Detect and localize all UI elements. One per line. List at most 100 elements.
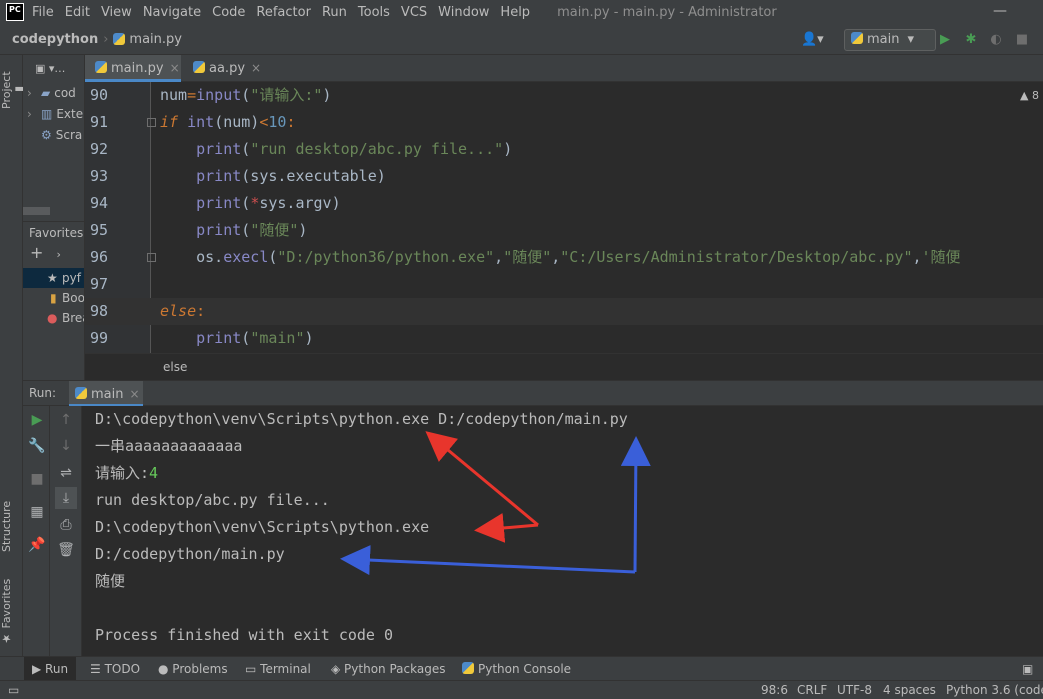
bottom-tab-problems[interactable]: ● Problems <box>158 657 228 681</box>
code-breadcrumb[interactable]: else <box>163 360 187 374</box>
menu-file[interactable]: File <box>32 5 54 20</box>
project-panel-header: ▣ ▾… <box>23 55 84 82</box>
python-icon <box>851 32 863 44</box>
line-separator[interactable]: CRLF <box>797 681 827 699</box>
menu-tools[interactable]: Tools <box>358 5 390 20</box>
menu-edit[interactable]: Edit <box>65 5 90 20</box>
star-icon: ★ <box>47 271 58 285</box>
project-view-icon[interactable]: ▣ ▾… <box>35 62 65 75</box>
code-editor[interactable]: 90 num=input("请输入:") 91 if int(num)<10: 92 p… <box>85 82 1043 353</box>
arrow-down-icon[interactable]: ↓ <box>55 435 77 457</box>
line-number: 93 <box>90 167 109 185</box>
scroll-to-end-icon[interactable]: ⤓ <box>55 487 77 509</box>
code-line[interactable]: 98 else: <box>85 298 1043 325</box>
arrow-up-icon[interactable]: ↑ <box>55 409 77 431</box>
wrench-icon[interactable]: 🔧 <box>26 435 48 457</box>
favorite-label: pyf <box>62 271 81 285</box>
tool-tab-favorites[interactable]: ★ Favorites <box>0 577 23 647</box>
trash-icon[interactable]: 🗑 <box>55 539 77 561</box>
navigation-bar: codepython › main.py 👤▾ main ▾ ▶ ✱ ◐ ■ <box>0 24 1043 55</box>
close-icon[interactable]: × <box>251 61 261 75</box>
menu-window[interactable]: Window <box>438 5 489 20</box>
close-icon[interactable]: × <box>170 61 180 75</box>
menu-vcs[interactable]: VCS <box>401 5 427 20</box>
menu-help[interactable]: Help <box>500 5 530 20</box>
print-icon[interactable]: ⎙ <box>55 514 77 536</box>
menu-refactor[interactable]: Refactor <box>256 5 311 20</box>
code-line[interactable]: 96 os.execl("D:/python36/python.exe","随便… <box>85 244 1043 271</box>
file-encoding[interactable]: UTF-8 <box>837 681 872 699</box>
soft-wrap-icon[interactable]: ⇌ <box>55 462 77 484</box>
stop-icon[interactable]: ■ <box>1013 31 1031 49</box>
close-icon[interactable]: × <box>129 387 139 401</box>
pin-icon[interactable]: 📌 <box>26 534 48 556</box>
fold-marker-icon[interactable] <box>147 118 156 127</box>
code-text: num=input("请输入:") <box>160 82 331 109</box>
menu-code[interactable]: Code <box>212 5 245 20</box>
editor-tab-aa[interactable]: aa.py × <box>183 55 265 82</box>
chevron-right-icon[interactable]: › <box>23 107 41 121</box>
caret-position[interactable]: 98:6 <box>761 681 788 699</box>
more-icon[interactable]: › <box>57 248 61 261</box>
run-tab-main[interactable]: main × <box>69 381 143 407</box>
tree-item-project[interactable]: › ▰ cod <box>23 82 84 103</box>
code-breadcrumb-bar: else <box>85 353 1043 380</box>
add-icon[interactable]: + <box>30 243 43 262</box>
layout-icon[interactable]: ▦ <box>26 501 48 523</box>
rerun-icon[interactable]: ▶ <box>26 409 48 431</box>
breadcrumb-project[interactable]: codepython <box>12 32 98 47</box>
code-token: "C:/Users/Administrator/Desktop/abc.py" <box>560 248 913 266</box>
status-toggle-icon[interactable]: ▭ <box>8 681 19 699</box>
tree-item-scratches[interactable]: ⚙ Scra <box>23 124 84 145</box>
breadcrumb-file[interactable]: main.py <box>129 32 182 47</box>
code-line[interactable]: 92 print("run desktop/abc.py file...") <box>85 136 1043 163</box>
tool-tab-structure[interactable]: Structure <box>0 491 23 561</box>
scrollbar-thumb[interactable] <box>23 207 50 215</box>
code-token: if <box>160 113 179 131</box>
code-line[interactable]: 93 print(sys.executable) <box>85 163 1043 190</box>
user-account-icon[interactable]: 👤▾ <box>801 32 824 47</box>
bottom-tab-python-packages[interactable]: ◈ Python Packages <box>331 657 445 681</box>
favorite-item[interactable]: ● Brea <box>23 308 84 328</box>
python-interpreter[interactable]: Python 3.6 (code <box>946 681 1043 699</box>
code-line[interactable]: 90 num=input("请输入:") <box>85 82 1043 109</box>
terminal-icon: ▭ <box>245 662 261 676</box>
code-token: ) <box>322 86 332 104</box>
stop-icon[interactable]: ■ <box>26 468 48 490</box>
favorite-item[interactable]: ▮ Boo <box>23 288 84 308</box>
code-line[interactable]: 97 <box>85 271 1043 298</box>
tree-item-external-libraries[interactable]: › ▥ Exte <box>23 103 84 124</box>
code-line[interactable]: 94 print(*sys.argv) <box>85 190 1043 217</box>
tool-tab-project[interactable]: Project ▬ <box>0 63 26 117</box>
menu-run[interactable]: Run <box>322 5 347 20</box>
bottom-tab-terminal[interactable]: ▭ Terminal <box>245 657 311 681</box>
run-icon[interactable]: ▶ <box>936 31 954 49</box>
debug-icon[interactable]: ✱ <box>962 31 980 49</box>
coverage-icon[interactable]: ◐ <box>987 31 1005 49</box>
code-text: if int(num)<10: <box>160 109 295 136</box>
code-line[interactable]: 99 print("main") <box>85 325 1043 352</box>
menu-view[interactable]: View <box>101 5 132 20</box>
code-line[interactable]: 95 print("随便") <box>85 217 1043 244</box>
indent-setting[interactable]: 4 spaces <box>883 681 936 699</box>
minimize-icon[interactable]: — <box>985 0 1015 24</box>
menu-navigate[interactable]: Navigate <box>143 5 201 20</box>
line-number: 92 <box>90 140 109 158</box>
window-title: main.py - main.py - Administrator <box>557 4 777 20</box>
bottom-tab-todo[interactable]: ☰ TODO <box>90 657 140 681</box>
code-line[interactable]: 91 if int(num)<10: <box>85 109 1043 136</box>
run-console[interactable]: D:\codepython\venv\Scripts\python.exe D:… <box>82 406 1043 660</box>
fold-marker-icon[interactable] <box>147 253 156 262</box>
console-line: 请输入:4 <box>95 460 158 487</box>
code-text: print(sys.executable) <box>160 163 386 190</box>
favorite-item[interactable]: ★ pyf <box>23 268 84 288</box>
run-configuration-select[interactable]: main ▾ <box>844 29 936 51</box>
editor-tab-main[interactable]: main.py × <box>85 55 181 82</box>
chevron-right-icon[interactable]: › <box>23 86 41 100</box>
warning-indicator[interactable]: ▲ 8 <box>1020 89 1039 102</box>
bottom-tab-run[interactable]: ▶ Run <box>24 657 77 681</box>
event-log-icon[interactable]: ▣ <box>1022 657 1033 681</box>
bottom-tab-python-console[interactable]: Python Console <box>462 657 571 681</box>
